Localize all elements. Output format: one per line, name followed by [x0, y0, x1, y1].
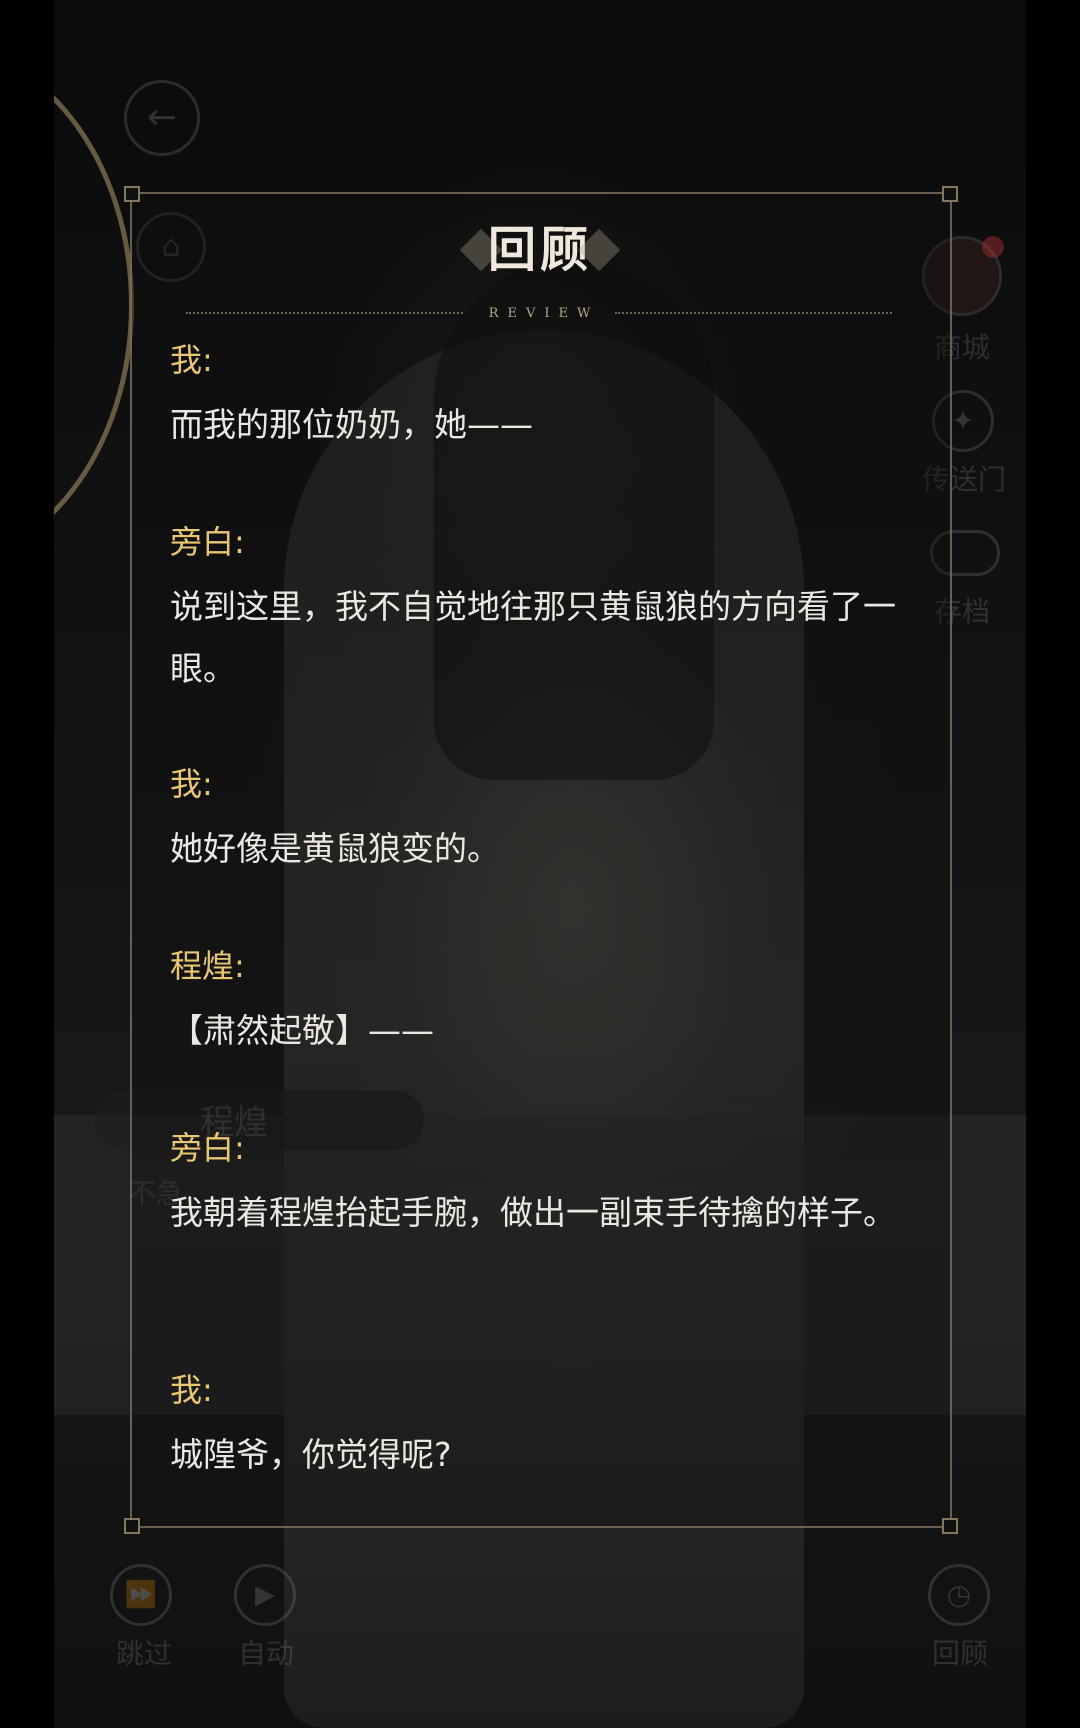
speaker-name: 程煌: [170, 947, 245, 985]
dialogue-line: 她好像是黄鼠狼变的。 [170, 829, 500, 868]
speaker-name: 我: [170, 341, 213, 379]
speaker-name: 旁白: [170, 1129, 245, 1167]
fast-forward-icon: ⏩ [124, 1580, 158, 1610]
log-entry: 我: 而我的那位奶奶，她—— [170, 336, 940, 456]
log-entry: 程煌: 【肃然起敬】—— [170, 942, 940, 1062]
auto-label: 自动 [237, 1637, 294, 1670]
clock-icon: ◷ [946, 1578, 972, 1611]
dotted-divider [186, 312, 463, 314]
speaker-name: 我: [170, 765, 213, 803]
dotted-divider [615, 312, 892, 314]
review-subtitle: REVIEW [488, 305, 600, 321]
corner-ornament [942, 186, 958, 202]
review-header: 回顾 [0, 222, 1080, 278]
review-subtitle-row: REVIEW [186, 304, 892, 322]
corner-ornament [124, 1518, 140, 1534]
dialogue-line: 城隍爷，你觉得呢? [170, 1435, 452, 1474]
dialogue-line: 【肃然起敬】—— [170, 1011, 434, 1050]
auto-button[interactable]: ▶ [234, 1564, 296, 1626]
review-title-wrapper: 回顾 [459, 222, 621, 278]
corner-ornament [124, 186, 140, 202]
decorative-ring [54, 40, 134, 570]
dialogue-line: 说到这里，我不自觉地往那只黄鼠狼的方向看了一眼。 [170, 587, 896, 688]
back-button[interactable]: ← [124, 80, 200, 156]
speaker-name: 我: [170, 1371, 213, 1409]
history-label: 回顾 [931, 1637, 988, 1670]
arrow-left-icon: ← [146, 97, 178, 138]
corner-ornament [942, 1518, 958, 1534]
log-entry: 旁白: 说到这里，我不自觉地往那只黄鼠狼的方向看了一眼。 [170, 518, 940, 700]
play-icon: ▶ [255, 1580, 275, 1610]
review-title: 回顾 [487, 222, 592, 278]
speaker-name: 旁白: [170, 523, 245, 561]
dialogue-line: 而我的那位奶奶，她—— [170, 405, 533, 444]
skip-label: 跳过 [115, 1637, 172, 1670]
log-entry: 我: 她好像是黄鼠狼变的。 [170, 760, 940, 880]
log-entry: 旁白: 我朝着程煌抬起手腕，做出一副束手待擒的样子。 [170, 1124, 940, 1244]
log-entry: 我: 城隍爷，你觉得呢? [170, 1366, 940, 1486]
dialogue-line: 我朝着程煌抬起手腕，做出一副束手待擒的样子。 [170, 1193, 896, 1232]
skip-button[interactable]: ⏩ [110, 1564, 172, 1626]
history-button[interactable]: ◷ [928, 1564, 990, 1626]
